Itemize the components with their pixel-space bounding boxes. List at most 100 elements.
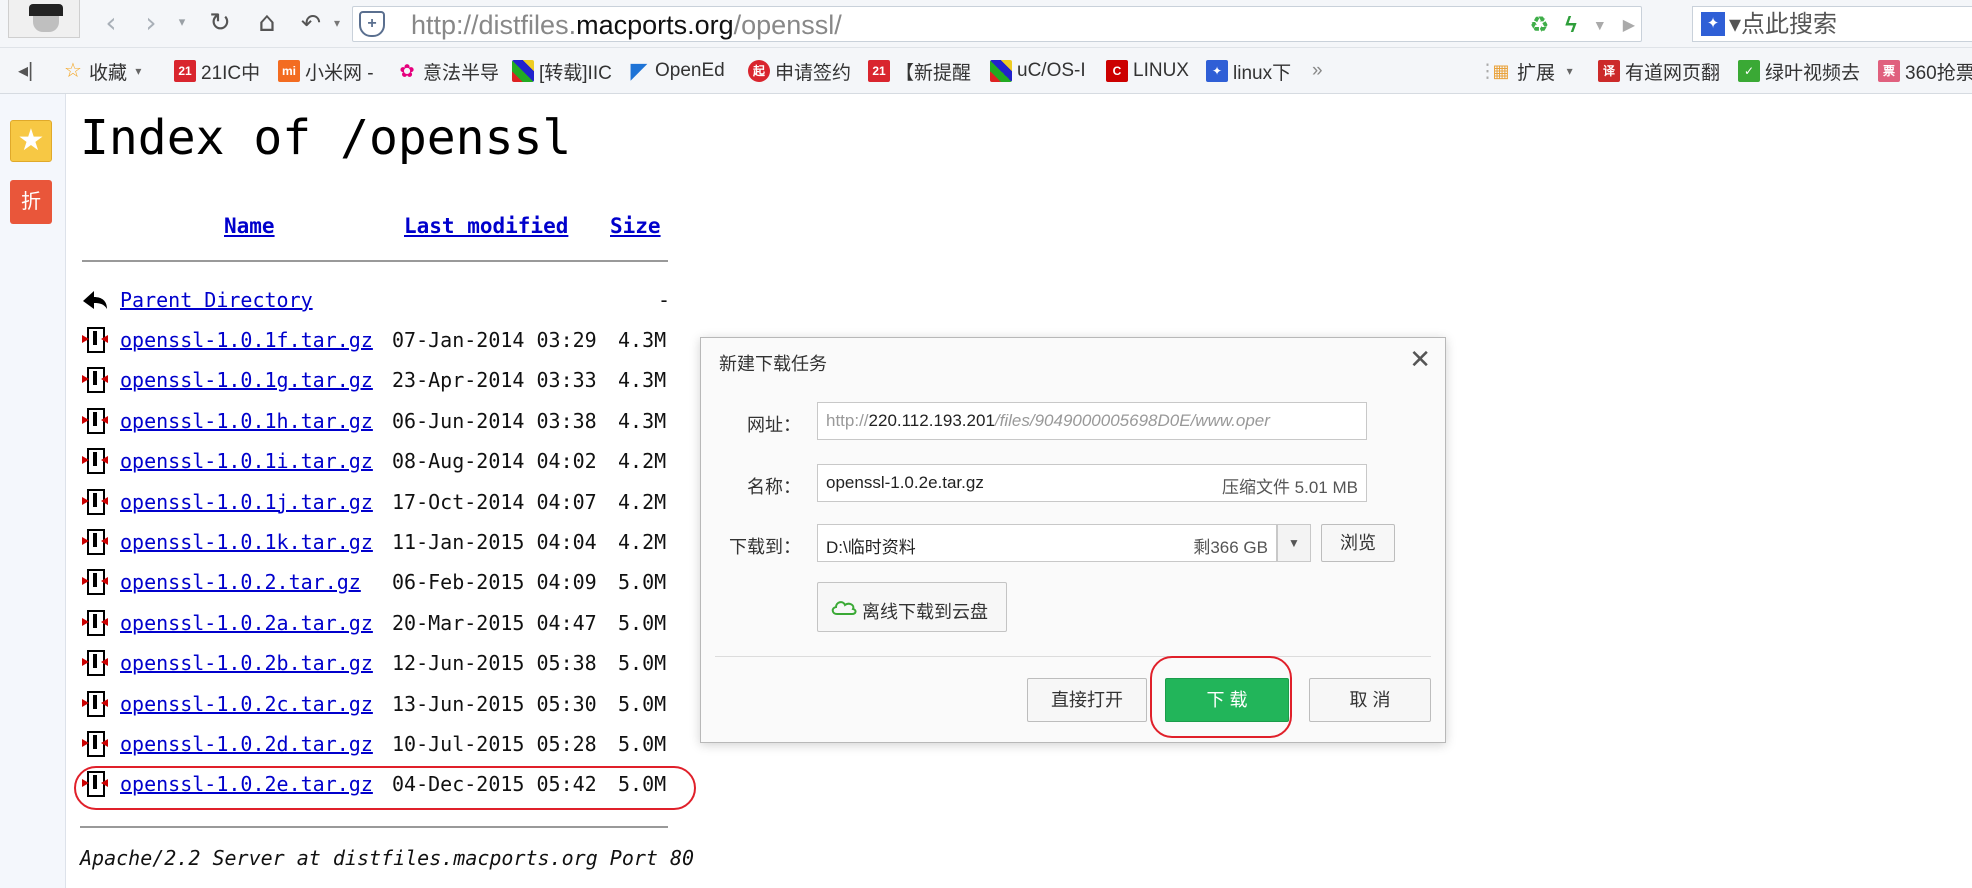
- bookmark-xiaomi[interactable]: mi 小米网 -: [278, 58, 374, 84]
- bookmark-favorites[interactable]: ☆ 收藏 ▾: [62, 58, 141, 84]
- reload-icon[interactable]: ↻: [203, 8, 237, 38]
- forward-arrow-icon[interactable]: ›: [136, 8, 166, 38]
- file-row: openssl-1.0.1h.tar.gz 06-Jun-2014 03:38 4.…: [80, 403, 680, 439]
- file-name-field[interactable]: openssl-1.0.2e.tar.gz 压缩文件 5.01 MB: [817, 464, 1367, 502]
- file-link[interactable]: openssl-1.0.2b.tar.gz: [120, 651, 373, 675]
- qiyi-icon: 起: [748, 60, 770, 82]
- bookmark-greenleaf[interactable]: ✓ 绿叶视频去: [1738, 58, 1860, 84]
- page-title: Index of /openssl: [80, 110, 572, 166]
- baidu-search-icon[interactable]: ✦: [1701, 12, 1725, 36]
- bookmark-extensions[interactable]: ▦ 扩展 ▾: [1490, 58, 1572, 84]
- bookmark-ucos[interactable]: uC/OS-I: [990, 58, 1086, 84]
- archive-file-icon: [82, 609, 108, 636]
- dialog-title: 新建下载任务: [719, 354, 827, 374]
- favorites-star-icon[interactable]: ★: [10, 120, 52, 162]
- bookmark-linux-under[interactable]: ✦ linux下: [1206, 58, 1291, 84]
- file-link[interactable]: openssl-1.0.1j.tar.gz: [120, 490, 373, 514]
- file-link[interactable]: openssl-1.0.2.tar.gz: [120, 570, 361, 594]
- bookmark-21ic[interactable]: 21 21IC中: [174, 58, 260, 84]
- column-name-link[interactable]: Name: [224, 214, 275, 238]
- parent-size: -: [658, 288, 671, 312]
- file-date: 08-Aug-2014 04:02: [392, 449, 597, 474]
- file-size: 4.2M: [618, 449, 667, 474]
- bookmarks-overflow-chevron-icon[interactable]: »: [1312, 58, 1323, 84]
- undo-close-tab-icon[interactable]: ↶: [294, 8, 328, 38]
- archive-file-icon: [82, 569, 108, 596]
- file-link[interactable]: openssl-1.0.2c.tar.gz: [120, 692, 373, 716]
- discount-bag-icon[interactable]: 折: [10, 180, 52, 224]
- file-row: openssl-1.0.1i.tar.gz 08-Aug-2014 04:02 4.…: [80, 443, 680, 479]
- bookmark-opened[interactable]: ◤ OpenEd: [628, 58, 725, 84]
- url-dropdown-icon[interactable]: ▼: [1593, 17, 1607, 33]
- highlight-annotation-row: [74, 766, 696, 810]
- sidebar-toggle-icon[interactable]: ◂|: [18, 58, 33, 83]
- lightning-icon[interactable]: ϟ: [1565, 12, 1577, 38]
- back-arrow-icon[interactable]: ‹: [96, 8, 126, 38]
- extensions-icon: ▦: [1492, 61, 1510, 81]
- bookmark-iic[interactable]: [转载]IIC: [512, 58, 612, 84]
- open-directly-button[interactable]: 直接打开: [1027, 678, 1147, 722]
- dialog-divider: [715, 656, 1431, 657]
- file-row: openssl-1.0.2b.tar.gz 12-Jun-2015 05:38 5.…: [80, 645, 680, 681]
- url-bar[interactable]: + http://distfiles.macports.org/openssl/…: [352, 6, 1642, 42]
- csdn-icon: C: [1106, 60, 1128, 82]
- bookmark-reminder[interactable]: 21 【新提醒: [868, 58, 971, 84]
- baidu-icon: ✦: [1206, 60, 1228, 82]
- bookmark-youdao[interactable]: 译 有道网页翻: [1598, 58, 1720, 84]
- bookmarks-bar: ◂| ☆ 收藏 ▾ 21 21IC中 mi 小米网 - ✿ 意法半导 [转载]I…: [0, 48, 1972, 94]
- archive-file-icon: [82, 327, 108, 353]
- server-footer: Apache/2.2 Server at distfiles.macports.…: [80, 846, 695, 870]
- cloud-icon: [831, 601, 857, 615]
- security-shield-icon[interactable]: +: [359, 11, 385, 37]
- download-url-field[interactable]: http://220.112.193.201/files/90490000056…: [817, 402, 1367, 440]
- st-icon: ✿: [399, 61, 415, 81]
- file-link[interactable]: openssl-1.0.2d.tar.gz: [120, 732, 373, 756]
- save-to-label: 下载到：: [729, 537, 801, 557]
- openedu-icon: ◤: [630, 58, 648, 83]
- play-icon[interactable]: ▶: [1623, 15, 1635, 35]
- bookmark-apply[interactable]: 起 申请签约: [748, 58, 851, 84]
- left-sidebar: ★ 折: [0, 94, 66, 888]
- save-path-value: D:\临时资料: [826, 538, 916, 557]
- offline-download-cloud-button[interactable]: 离线下载到云盘: [817, 582, 1007, 632]
- cancel-button[interactable]: 取 消: [1309, 678, 1431, 722]
- bookmark-360ticket[interactable]: 票 360抢票: [1878, 58, 1972, 84]
- column-size-link[interactable]: Size: [610, 214, 661, 238]
- file-size: 5.0M: [618, 691, 667, 716]
- history-dropdown-icon[interactable]: ▾: [172, 8, 192, 38]
- close-icon[interactable]: ✕: [1409, 346, 1431, 372]
- footer-divider: [80, 826, 668, 828]
- bookmark-st[interactable]: ✿ 意法半导: [396, 58, 499, 84]
- file-size: 4.2M: [618, 489, 667, 514]
- archive-file-icon: [82, 367, 108, 394]
- file-row: openssl-1.0.2d.tar.gz 10-Jul-2015 05:28 5.…: [80, 726, 680, 762]
- save-path-field[interactable]: D:\临时资料 剩366 GB: [817, 524, 1277, 562]
- browse-button[interactable]: 浏览: [1321, 524, 1395, 562]
- file-link[interactable]: openssl-1.0.1k.tar.gz: [120, 530, 373, 554]
- leaf-icon: ✓: [1738, 60, 1760, 82]
- new-download-dialog: 新建下载任务 ✕ 网址： http://220.112.193.201/file…: [700, 337, 1446, 743]
- bookmark-linux[interactable]: C LINUX: [1106, 58, 1189, 84]
- undo-dropdown-icon[interactable]: ▾: [330, 8, 344, 38]
- file-link[interactable]: openssl-1.0.1i.tar.gz: [120, 449, 373, 473]
- file-date: 06-Feb-2015 04:09: [392, 570, 597, 595]
- file-link[interactable]: openssl-1.0.2a.tar.gz: [120, 611, 373, 635]
- search-box[interactable]: ✦ ▾点此搜索: [1692, 6, 1972, 42]
- file-row: openssl-1.0.1j.tar.gz 17-Oct-2014 04:07 4.…: [80, 484, 680, 520]
- pinwheel-icon: [990, 60, 1012, 82]
- path-dropdown-icon[interactable]: ▼: [1277, 524, 1311, 562]
- column-last-modified-link[interactable]: Last modified: [404, 214, 568, 238]
- archive-file-icon: [82, 488, 108, 515]
- parent-directory-row: Parent Directory -: [80, 282, 680, 318]
- file-link[interactable]: openssl-1.0.1f.tar.gz: [120, 328, 373, 352]
- file-link[interactable]: openssl-1.0.1g.tar.gz: [120, 368, 373, 392]
- parent-directory-link[interactable]: Parent Directory: [120, 288, 313, 312]
- file-link[interactable]: openssl-1.0.1h.tar.gz: [120, 409, 373, 433]
- home-icon[interactable]: ⌂: [250, 8, 284, 38]
- recycle-icon[interactable]: ♻: [1529, 12, 1549, 38]
- archive-file-icon: [82, 731, 108, 757]
- file-size: 4.3M: [618, 408, 667, 433]
- file-type-size: 压缩文件 5.01 MB: [1221, 478, 1358, 497]
- url-text[interactable]: http://distfiles.macports.org/openssl/: [411, 10, 842, 40]
- file-row: openssl-1.0.2a.tar.gz 20-Mar-2015 04:47 5.…: [80, 605, 680, 641]
